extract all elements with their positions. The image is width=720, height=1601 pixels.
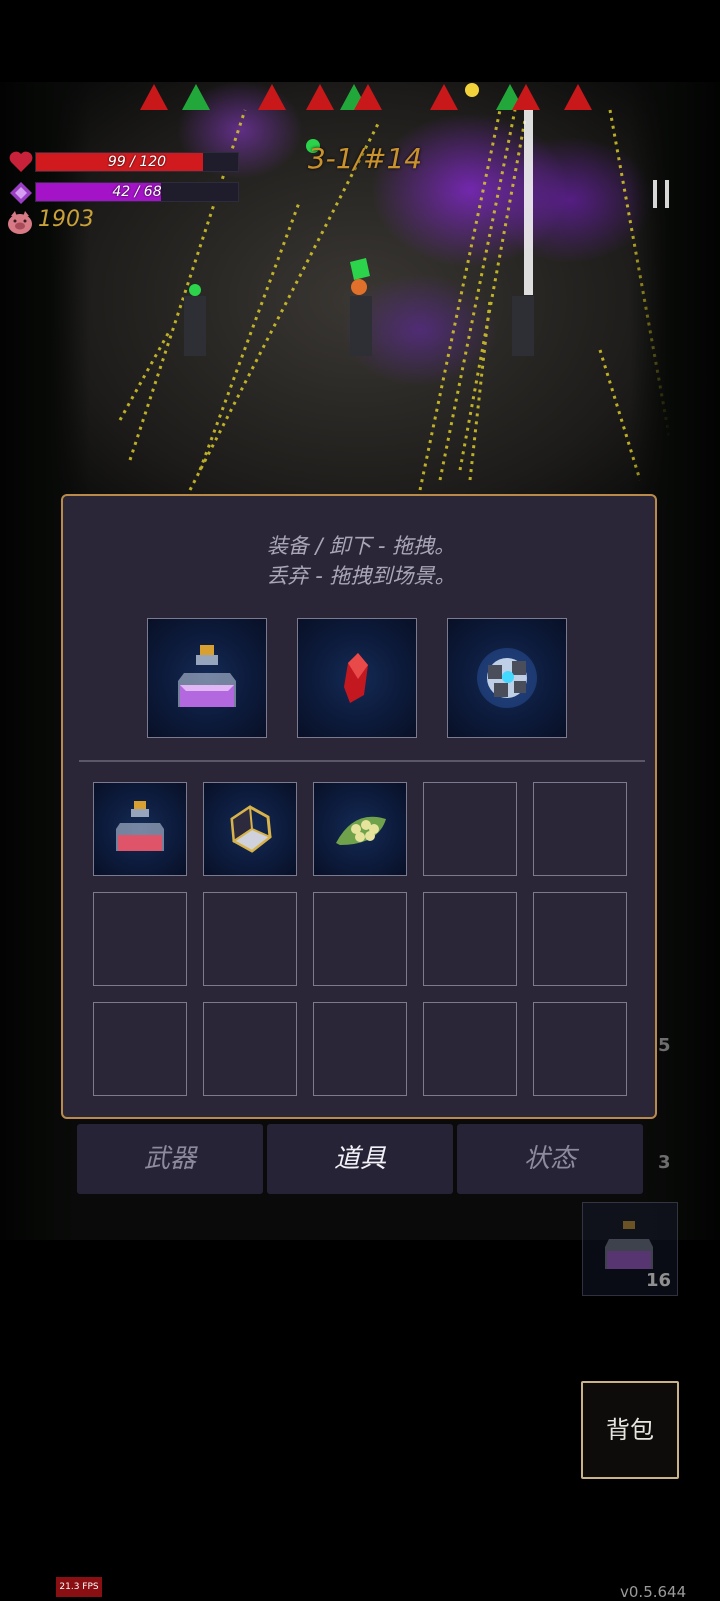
inventory-slot[interactable] [203, 892, 297, 986]
tab-status[interactable]: 状态 [457, 1124, 643, 1194]
quick-item-count: 16 [645, 1270, 671, 1291]
heart-icon [9, 151, 33, 172]
pause-button[interactable] [653, 180, 671, 208]
mana-text: 42 / 68 [112, 184, 162, 200]
inventory-panel: 装备 / 卸下 - 拖拽。 丢弃 - 拖拽到场景。 [61, 494, 657, 1119]
wave-marker-red [354, 84, 382, 110]
equipped-slot-3[interactable] [447, 618, 567, 738]
seed-leaf-icon [336, 816, 386, 845]
tab-items[interactable]: 道具 [267, 1124, 453, 1194]
top-letterbox [0, 0, 720, 82]
inventory-slot[interactable] [423, 892, 517, 986]
inventory-slot[interactable] [313, 782, 407, 876]
wave-marker-red [140, 84, 168, 110]
inventory-slot[interactable] [203, 782, 297, 876]
wave-marker-red [512, 84, 540, 110]
inventory-slot[interactable] [423, 1002, 517, 1096]
inventory-slot[interactable] [423, 782, 517, 876]
version-label: v0.5.644 [620, 1583, 687, 1601]
wave-marker-green [182, 84, 210, 110]
red-crystal-icon [344, 653, 368, 703]
inventory-slot[interactable] [533, 1002, 627, 1096]
equipped-slot-2[interactable] [297, 618, 417, 738]
panel-divider [79, 760, 645, 762]
red-potion-icon [116, 801, 164, 851]
wave-marker-red [564, 84, 592, 110]
pause-icon-bar [665, 180, 669, 208]
golden-icosahedron-icon [230, 805, 272, 853]
inventory-slot[interactable] [313, 1002, 407, 1096]
health-bar: 99 / 120 [35, 152, 239, 172]
pig-coin-icon [8, 211, 32, 234]
pause-icon [653, 180, 657, 208]
inventory-slot[interactable] [93, 782, 187, 876]
inventory-slot[interactable] [533, 892, 627, 986]
inventory-slot[interactable] [93, 892, 187, 986]
side-item-count: 5 [658, 1035, 671, 1056]
coin-count: 1903 [38, 207, 94, 232]
stage-label: 3-1/#14 [307, 142, 423, 175]
instruction-equip: 装备 / 卸下 - 拖拽。 [266, 534, 456, 558]
quick-item-slot[interactable]: 16 [582, 1202, 678, 1296]
equipped-slot-1[interactable] [147, 618, 267, 738]
fps-counter: 21.3 FPS [56, 1577, 102, 1597]
inventory-slot[interactable] [203, 1002, 297, 1096]
mana-crystal-icon [10, 182, 32, 204]
instruction-discard: 丢弃 - 拖拽到场景。 [266, 564, 456, 588]
wave-marker-red [306, 84, 334, 110]
purple-potion-icon [178, 645, 236, 707]
health-text: 99 / 120 [107, 154, 167, 170]
inventory-slot[interactable] [313, 892, 407, 986]
wave-markers [140, 82, 610, 112]
blue-orb-core-icon [477, 648, 537, 708]
backpack-button[interactable]: 背包 [581, 1381, 679, 1479]
inventory-slot[interactable] [533, 782, 627, 876]
tab-weapons[interactable]: 武器 [77, 1124, 263, 1194]
inventory-slot[interactable] [93, 1002, 187, 1096]
side-item-count: 3 [658, 1152, 671, 1173]
wave-marker-red [258, 84, 286, 110]
mana-bar: 42 / 68 [35, 182, 239, 202]
wave-marker-red [430, 84, 458, 110]
